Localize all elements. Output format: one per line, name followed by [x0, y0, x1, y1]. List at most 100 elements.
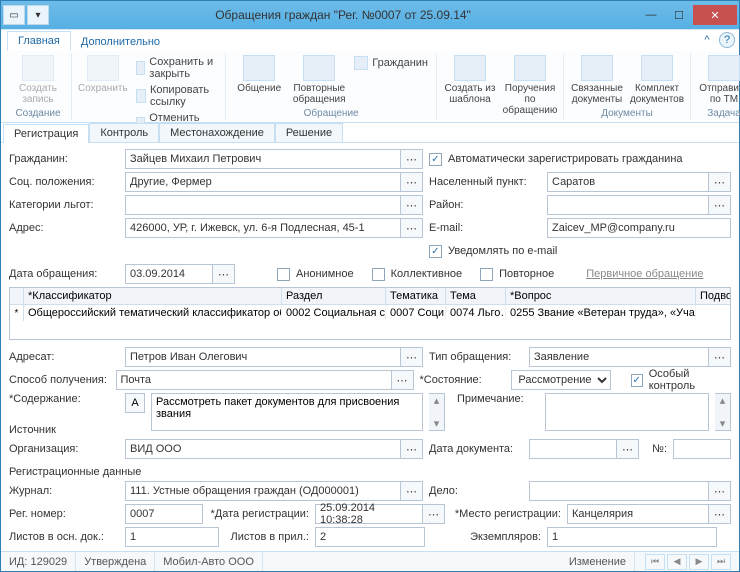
district-lookup[interactable]: ⋯	[709, 195, 731, 215]
regplace-input[interactable]: Канцелярия	[567, 504, 709, 524]
nav-prev[interactable]: ◀	[667, 554, 687, 570]
subtab-registration[interactable]: Регистрация	[3, 124, 89, 143]
content-tool-button[interactable]: А	[125, 393, 145, 413]
note-label: Примечание:	[451, 393, 539, 405]
special-checkbox[interactable]	[631, 374, 643, 387]
save-button: Сохранить	[76, 53, 130, 94]
qat-dropdown[interactable]: ▾	[27, 5, 49, 25]
content-label: *Содержание:	[9, 393, 119, 405]
regno-input[interactable]: 0007	[125, 504, 203, 524]
state-label: *Состояние:	[420, 374, 506, 386]
help-icon[interactable]: ?	[719, 32, 735, 48]
nav-first[interactable]: ⏮	[645, 554, 665, 570]
addressee-lookup[interactable]: ⋯	[401, 347, 423, 367]
from-template-button[interactable]: Создать из шаблона	[441, 53, 499, 105]
org-input[interactable]: ВИД ООО	[125, 439, 401, 459]
copies-input[interactable]: 1	[547, 527, 717, 547]
grid-row[interactable]: * Общероссийский тематический классифика…	[10, 305, 730, 321]
journal-input[interactable]: 111. Устные обращения граждан (ОД000001)	[125, 481, 401, 501]
ribbon-collapse-icon[interactable]: ^	[699, 32, 715, 48]
subtabs: Регистрация Контроль Местонахождение Реш…	[1, 123, 739, 143]
regno-label: Рег. номер:	[9, 508, 119, 520]
maximize-button[interactable]: ☐	[665, 5, 693, 25]
tab-main[interactable]: Главная	[7, 31, 71, 51]
classifier-grid[interactable]: *Классификатор Раздел Тематика Тема *Воп…	[9, 287, 731, 340]
status-state: Утверждена	[76, 552, 155, 571]
sysmenu-icon[interactable]: ▭	[3, 5, 25, 25]
sheetsapp-label: Листов в прил.:	[225, 531, 309, 543]
locality-input[interactable]: Саратов	[547, 172, 709, 192]
case-lookup[interactable]: ⋯	[709, 481, 731, 501]
send-icon	[708, 55, 740, 81]
case-input[interactable]	[529, 481, 709, 501]
save-close-icon	[136, 61, 146, 75]
addr-label: Адрес:	[9, 222, 119, 234]
soc-lookup[interactable]: ⋯	[401, 172, 423, 192]
docdate-input[interactable]	[529, 439, 617, 459]
titlebar: ▭ ▾ Обращения граждан "Рег. №0007 от 25.…	[1, 1, 739, 29]
send-tm-button[interactable]: Отправить по ТМ	[695, 53, 740, 105]
copy-link-button[interactable]: Копировать ссылку	[132, 83, 222, 109]
soc-input[interactable]: Другие, Фермер	[125, 172, 401, 192]
doc-kit-button[interactable]: Комплект документов	[628, 53, 686, 105]
citizen-lookup[interactable]: ⋯	[401, 149, 423, 169]
linked-docs-button[interactable]: Связанные документы	[568, 53, 626, 105]
appealtype-lookup[interactable]: ⋯	[709, 347, 731, 367]
assign-icon	[514, 55, 546, 81]
recv-input[interactable]: Почта	[116, 370, 392, 390]
coll-checkbox[interactable]	[372, 268, 385, 281]
recv-lookup[interactable]: ⋯	[392, 370, 414, 390]
email-input[interactable]: Zaicev_MP@company.ru	[547, 218, 731, 238]
primary-appeal-link[interactable]: Первичное обращение	[586, 268, 703, 280]
cat-input[interactable]	[125, 195, 401, 215]
citizen-label: Гражданин:	[9, 153, 119, 165]
locality-lookup[interactable]: ⋯	[709, 172, 731, 192]
nav-next[interactable]: ▶	[689, 554, 709, 570]
create-record-button: Создать запись	[9, 53, 67, 105]
cat-lookup[interactable]: ⋯	[401, 195, 423, 215]
nav-last[interactable]: ⏭	[711, 554, 731, 570]
appealtype-label: Тип обращения:	[429, 351, 523, 363]
autoreg-checkbox[interactable]	[429, 153, 442, 166]
journal-lookup[interactable]: ⋯	[401, 481, 423, 501]
addr-input[interactable]: 426000, УР, г. Ижевск, ул. 6-я Подлесная…	[125, 218, 401, 238]
date-input[interactable]: 03.09.2014	[125, 264, 213, 284]
special-label: Особый контроль	[649, 368, 731, 392]
assignments-button[interactable]: Поручения по обращению	[501, 53, 559, 116]
notify-checkbox[interactable]	[429, 245, 442, 258]
window-title: Обращения граждан "Рег. №0007 от 25.09.1…	[49, 8, 637, 22]
statusbar: ИД: 129029 Утверждена Мобил-Авто ООО Изм…	[1, 551, 739, 571]
no-input[interactable]	[673, 439, 731, 459]
district-input[interactable]	[547, 195, 709, 215]
repeat-button[interactable]: Повторные обращения	[290, 53, 348, 105]
person-icon	[354, 56, 368, 70]
regplace-label: *Место регистрации:	[451, 508, 561, 520]
addressee-input[interactable]: Петров Иван Олегович	[125, 347, 401, 367]
source-heading: Источник	[9, 424, 731, 436]
tab-extra[interactable]: Дополнительно	[71, 33, 170, 51]
regdate-input[interactable]: 25.09.2014 10:38:28	[315, 504, 423, 524]
docdate-picker[interactable]: ⋯	[617, 439, 639, 459]
subtab-location[interactable]: Местонахождение	[159, 123, 275, 142]
appealtype-input[interactable]: Заявление	[529, 347, 709, 367]
state-select[interactable]: Рассмотрение	[511, 370, 611, 390]
date-picker[interactable]: ⋯	[213, 264, 235, 284]
repeat-icon	[303, 55, 335, 81]
addr-lookup[interactable]: ⋯	[401, 218, 423, 238]
sheetsmain-input[interactable]: 1	[125, 527, 219, 547]
subtab-decision[interactable]: Решение	[275, 123, 343, 142]
regplace-lookup[interactable]: ⋯	[709, 504, 731, 524]
close-button[interactable]: ✕	[693, 5, 737, 25]
org-lookup[interactable]: ⋯	[401, 439, 423, 459]
anon-checkbox[interactable]	[277, 268, 290, 281]
regdate-picker[interactable]: ⋯	[423, 504, 445, 524]
citizen-button[interactable]: Гражданин	[350, 55, 432, 71]
minimize-button[interactable]: —	[637, 5, 665, 25]
common-button[interactable]: Общение	[230, 53, 288, 94]
link-icon	[136, 89, 146, 103]
citizen-input[interactable]: Зайцев Михаил Петрович	[125, 149, 401, 169]
rep-checkbox[interactable]	[480, 268, 493, 281]
subtab-control[interactable]: Контроль	[89, 123, 159, 142]
sheetsapp-input[interactable]: 2	[315, 527, 425, 547]
save-close-button[interactable]: Сохранить и закрыть	[132, 55, 222, 81]
